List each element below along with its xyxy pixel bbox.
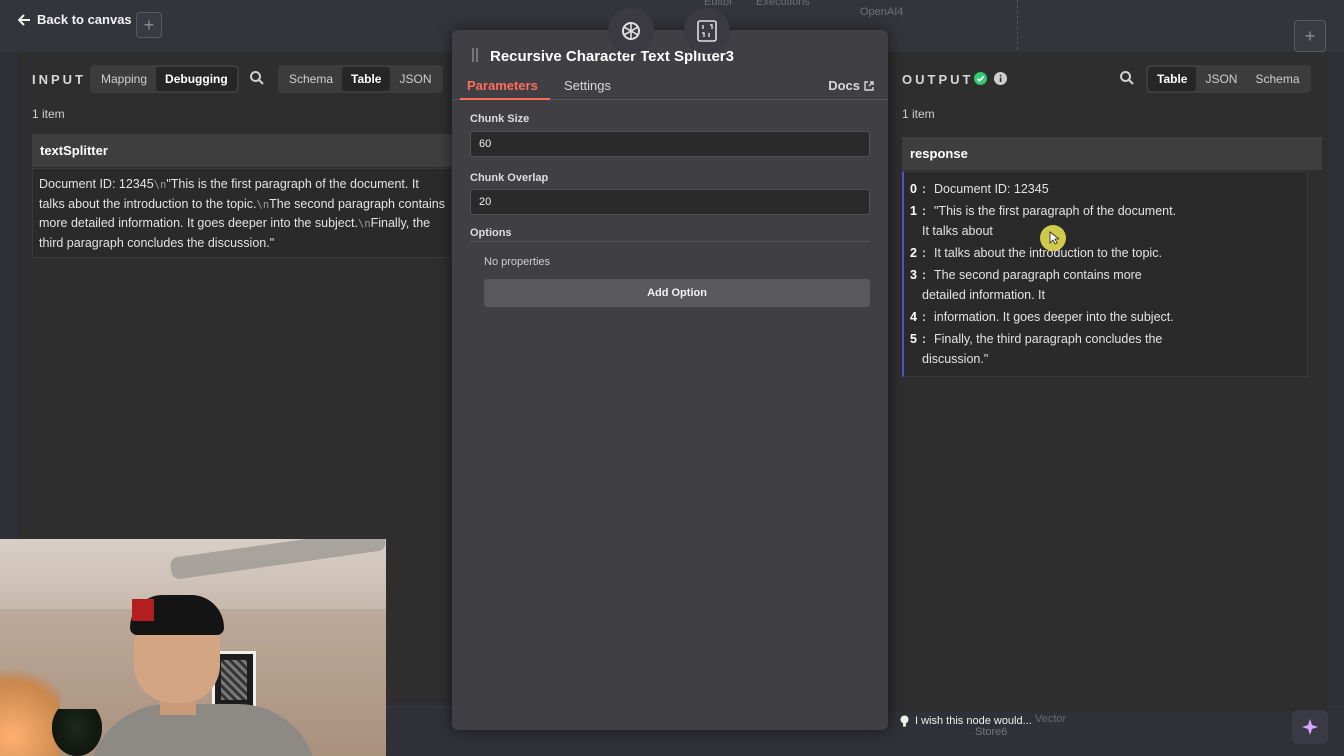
row-index: 3 [910,268,917,282]
mapping-tab[interactable]: Mapping [92,67,156,91]
debugging-tab[interactable]: Debugging [156,67,237,91]
search-icon[interactable] [249,70,265,86]
input-item-count: 1 item [32,107,65,121]
output-view-toggle: Table JSON Schema [1146,65,1311,93]
no-properties-text: No properties [484,256,551,268]
newline-marker: \n [256,198,270,211]
list-item: 1: "This is the first paragraph of the do… [910,201,1301,241]
active-tab-indicator [460,98,550,100]
output-item-count: 1 item [902,107,935,121]
mouse-pointer-icon [1049,231,1059,245]
table-tab[interactable]: Table [1148,67,1197,91]
schema-tab[interactable]: Schema [280,67,342,91]
options-divider [470,241,870,242]
row-text: detailed information. It [922,288,1045,302]
bg-tab-editor: Editor [704,0,733,8]
canvas-connector [1017,0,1018,50]
options-label: Options [470,227,512,239]
sparkle-icon [1302,719,1318,735]
row-text: Finally, the third paragraph concludes t… [934,332,1163,346]
external-link-icon [864,80,874,91]
docs-link[interactable]: Docs [828,78,874,93]
json-tab[interactable]: JSON [390,67,440,91]
lightbulb-icon [900,715,909,727]
node-tabs: Parameters Settings [452,74,888,100]
node-settings-panel: Recursive Character Text Splitter3 Param… [452,30,888,730]
row-index: 1 [910,204,917,218]
back-to-canvas-label: Back to canvas [37,12,132,27]
input-table-cell[interactable]: Document ID: 12345\n"This is the first p… [32,168,452,258]
add-node-button[interactable]: + [136,12,162,38]
back-to-canvas-link[interactable]: Back to canvas [18,12,132,27]
list-item: 5: Finally, the third paragraph concludes… [910,329,1301,369]
row-index: 2 [910,246,917,260]
feedback-prompt[interactable]: I wish this node would... [900,715,1032,727]
table-tab[interactable]: Table [342,67,391,91]
plus-icon: + [143,14,155,35]
row-index: 4 [910,310,917,324]
webcam-plant [52,709,102,756]
chunk-size-input[interactable]: 60 [470,131,870,157]
docs-label: Docs [828,78,860,93]
row-text: discussion." [922,352,989,366]
bg-node-label: Vector [1035,713,1067,725]
webcam-person-body [88,704,318,756]
add-option-button[interactable]: Add Option [484,279,870,307]
binary-data-node-icon[interactable] [684,8,730,54]
input-column-header: textSplitter [32,134,452,167]
success-check-icon [974,72,987,85]
input-label: INPUT [32,72,86,87]
search-icon[interactable] [1119,70,1135,86]
webcam-red-object [132,599,154,621]
webcam-overlay [0,539,386,756]
ai-assistant-button[interactable] [1292,710,1328,744]
plus-icon: + [1304,25,1316,46]
list-item: 0: Document ID: 12345 [910,179,1301,199]
chunk-size-label: Chunk Size [470,113,530,125]
list-item: 2: It talks about the introduction to the… [910,243,1301,263]
output-panel: OUTPUT Table JSON Schema 1 item response… [886,52,1328,712]
json-tab[interactable]: JSON [1196,67,1246,91]
input-mode-toggle: Mapping Debugging [90,65,239,93]
row-index: 5 [910,332,917,346]
newline-marker: \n [153,179,167,191]
tab-parameters[interactable]: Parameters [467,78,538,93]
cell-text: Document ID: 12345 [39,177,154,191]
newline-marker: \n [357,218,371,230]
chunk-overlap-input[interactable]: 20 [470,189,870,215]
feedback-prompt-text: I wish this node would... [915,715,1032,727]
chunk-overlap-label: Chunk Overlap [470,172,549,184]
row-index: 0 [910,182,917,196]
output-table-cell[interactable]: 0: Document ID: 12345 1: "This is the firs… [902,171,1308,377]
webcam-lamp-glow [0,659,60,756]
open-nodes-panel-button[interactable]: + [1294,20,1326,52]
row-text: "This is the first paragraph of the docu… [934,204,1177,218]
schema-tab[interactable]: Schema [1246,67,1308,91]
info-icon[interactable] [994,72,1007,85]
list-item: 4: information. It goes deeper into the s… [910,307,1301,327]
bg-node-label: Store6 [975,726,1008,738]
bg-node-label: OpenAI4 [860,6,904,18]
output-column-header: response [902,137,1322,170]
openai-logo-icon [622,22,640,40]
bg-tab-executions: Executions [756,0,810,8]
drag-handle[interactable] [472,48,478,62]
arrow-left-icon [18,13,30,26]
output-label: OUTPUT [902,72,974,87]
row-text: The second paragraph contains more [934,268,1142,282]
binary-file-icon [697,20,717,42]
row-text: information. It goes deeper into the sub… [934,310,1174,324]
input-view-toggle: Schema Table JSON [278,65,443,93]
openai-node-icon[interactable] [608,8,654,54]
row-text: Document ID: 12345 [934,182,1049,196]
tab-settings[interactable]: Settings [564,78,611,93]
list-item: 3: The second paragraph contains more deta… [910,265,1301,305]
